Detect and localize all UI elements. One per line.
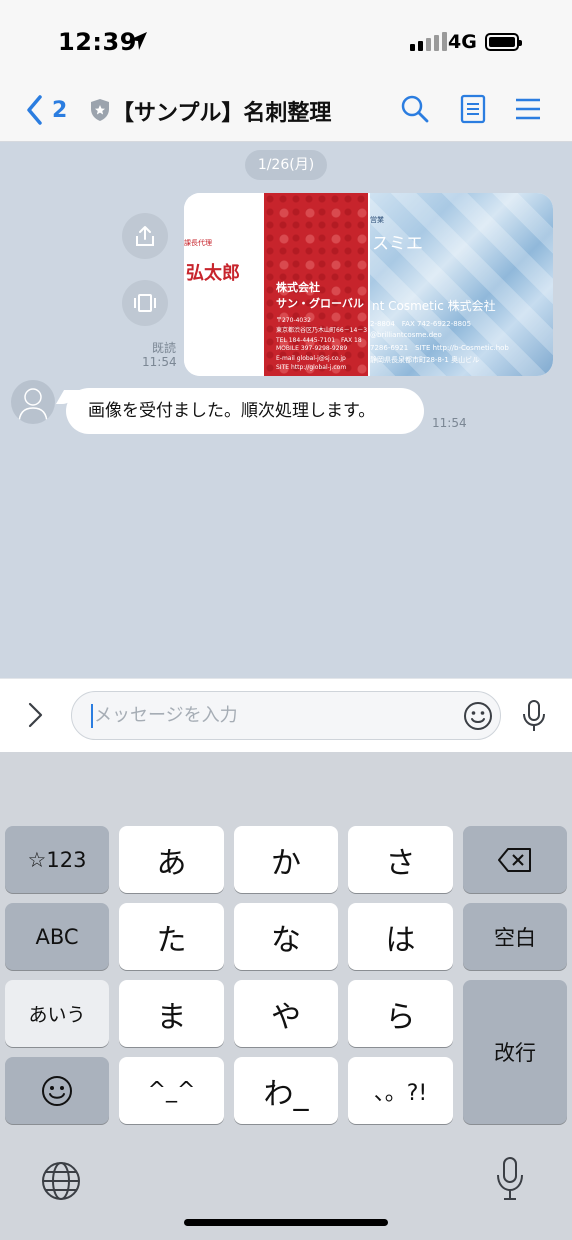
card-mobile: MOBILE 397-9298-9289 (276, 345, 348, 352)
key-ma[interactable]: ま (119, 980, 224, 1047)
avatar[interactable] (11, 380, 55, 424)
read-receipt: 既読 (152, 341, 177, 355)
key-ya[interactable]: や (234, 980, 338, 1047)
key-punctuation[interactable]: 、。?! (348, 1057, 453, 1124)
key-return[interactable]: 改行 (463, 980, 567, 1124)
message-input[interactable] (71, 691, 501, 740)
message-input-bar (0, 678, 572, 752)
backspace-icon (498, 847, 531, 872)
key-space[interactable]: 空白 (463, 903, 567, 970)
key-emoticon[interactable]: ^_^ (119, 1057, 224, 1124)
key-hiragana[interactable]: あいう (5, 980, 109, 1047)
card2-name: スミエ (372, 234, 423, 254)
text-cursor (91, 704, 93, 728)
battery-icon (485, 33, 522, 51)
key-sa[interactable]: さ (348, 826, 453, 893)
card-postal: 〒270-4032 (276, 317, 311, 324)
signal-strength-icon (410, 32, 447, 51)
chat-area[interactable]: 1/26(月) 既読 11:54 課長代理 弘太郎 株式会社 サン・グローバル … (0, 142, 572, 678)
key-a[interactable]: あ (119, 826, 224, 893)
notes-icon[interactable] (458, 94, 488, 124)
key-abc[interactable]: ABC (5, 903, 109, 970)
received-message-bubble[interactable]: 画像を受付ました。順次処理します。 (66, 388, 424, 434)
key-ta[interactable]: た (119, 903, 224, 970)
date-separator: 1/26(月) (245, 150, 327, 180)
chevron-right-icon[interactable] (22, 701, 48, 729)
keyboard: ☆123 あ か さ ABC た な は 空白 あいう ま や ら 改行 ^_^… (0, 752, 572, 1240)
sent-timestamp: 11:54 (142, 355, 177, 369)
key-ha[interactable]: は (348, 903, 453, 970)
share-icon (136, 226, 154, 246)
received-timestamp: 11:54 (432, 416, 467, 430)
backspace-key[interactable] (463, 826, 567, 893)
chat-title: 【サンプル】名刺整理 (112, 101, 332, 126)
emoji-key[interactable] (5, 1057, 109, 1124)
card-name: 弘太郎 (186, 263, 240, 284)
card-tel: TEL 184-4445-7101 FAX 18 (276, 337, 362, 344)
microphone-icon[interactable] (521, 699, 547, 733)
card-company-line2: サン・グローバル (276, 297, 364, 310)
album-button[interactable] (122, 280, 168, 326)
card-site: SITE http://global-j.com (276, 364, 347, 371)
default-avatar-icon (18, 388, 48, 424)
card-blue: 営業 スミエ nt Cosmetic 株式会社 2-8804 FAX 742-6… (370, 193, 553, 376)
card2-role: 営業 (370, 216, 384, 224)
dictation-microphone-icon[interactable] (495, 1156, 525, 1202)
emoji-icon (42, 1075, 72, 1106)
card2-line2: @brilliantcosme.deo (370, 331, 442, 339)
back-button[interactable]: 2 (26, 92, 67, 128)
app-header: 12:39 4G 2 【サンプル】名刺整理 (0, 0, 572, 142)
card-company-line1: 株式会社 (276, 281, 320, 294)
key-ka[interactable]: か (234, 826, 338, 893)
share-button[interactable] (122, 213, 168, 259)
key-ra[interactable]: ら (348, 980, 453, 1047)
menu-icon[interactable] (513, 94, 543, 124)
business-card-image[interactable]: 課長代理 弘太郎 株式会社 サン・グローバル 〒270-4032 東京都渋谷区乃… (184, 193, 553, 376)
key-symbols[interactable]: ☆123 (5, 826, 109, 893)
card2-line4: 静岡県長泉都市町28-8-1 奥山ビル (370, 356, 480, 364)
search-icon[interactable] (400, 94, 430, 124)
card-white-side: 課長代理 弘太郎 (184, 193, 264, 376)
verified-shield-icon (91, 99, 109, 121)
key-wa[interactable]: わ_ (234, 1057, 338, 1124)
location-arrow-icon (129, 32, 147, 50)
card2-company: nt Cosmetic 株式会社 (372, 299, 496, 313)
home-indicator[interactable] (184, 1219, 388, 1226)
card-role: 課長代理 (184, 239, 212, 247)
card2-line3: 7286-6921 SITE http://b-Cosmetic.hob (370, 344, 509, 352)
globe-icon[interactable] (40, 1160, 82, 1202)
card2-line1: 2-8804 FAX 742-6922-8805 (370, 320, 472, 328)
key-na[interactable]: な (234, 903, 338, 970)
carousel-icon (134, 294, 156, 312)
card-email: E-mail global-j@sj.co.jp (276, 355, 346, 362)
unread-count: 2 (52, 97, 68, 123)
status-time: 12:39 (58, 28, 137, 56)
emoji-icon[interactable] (463, 701, 493, 731)
card-red-side: 株式会社 サン・グローバル 〒270-4032 東京都渋谷区乃木山町66－14－… (264, 193, 368, 376)
card-address: 東京都渋谷区乃木山町66－14－3 (276, 327, 368, 334)
network-type: 4G (448, 31, 477, 53)
chevron-left-icon (27, 95, 42, 125)
